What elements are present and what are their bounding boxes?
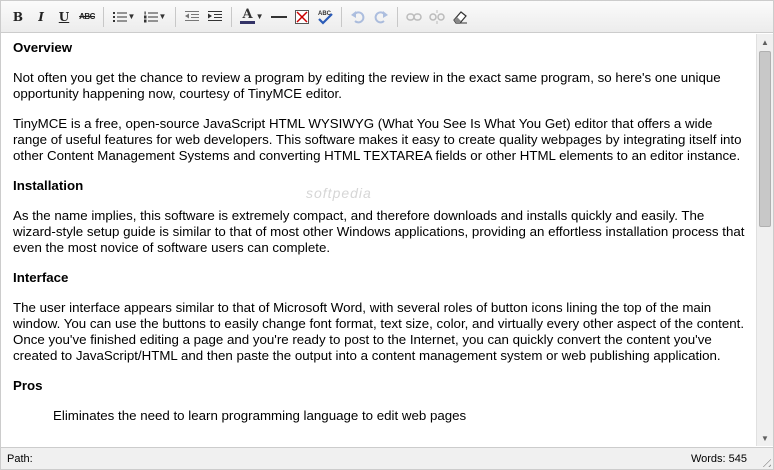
content-paragraph: The user interface appears similar to th…: [13, 300, 745, 363]
numbered-list-button[interactable]: ▼: [141, 7, 169, 27]
status-bar: Path: Words: 545: [1, 447, 773, 469]
list-item: Eliminates the need to learn programming…: [53, 408, 467, 423]
section-heading: Overview: [13, 40, 73, 55]
toolbar-separator: [397, 6, 398, 27]
undo-button[interactable]: [348, 7, 368, 27]
path-label: Path:: [7, 452, 33, 465]
remove-format-icon: [295, 9, 309, 24]
insert-link-button[interactable]: [404, 7, 424, 27]
editor-content-area[interactable]: Overview Not often you get the chance to …: [2, 34, 756, 446]
italic-button[interactable]: I: [31, 7, 51, 27]
content-paragraph: Not often you get the chance to review a…: [13, 70, 721, 101]
section-heading: Pros: [13, 378, 43, 393]
remove-format-button[interactable]: [292, 7, 312, 27]
resize-grip-icon[interactable]: [759, 455, 771, 467]
indent-button[interactable]: [205, 7, 225, 27]
scroll-up-arrow-icon[interactable]: ▲: [757, 34, 773, 50]
section-heading: Interface: [13, 270, 69, 285]
toolbar-separator: [231, 6, 232, 27]
redo-button[interactable]: [371, 7, 391, 27]
outdent-icon: [185, 10, 199, 21]
link-icon: [406, 12, 422, 21]
toolbar-separator: [175, 6, 176, 27]
eraser-icon: [453, 10, 467, 24]
vertical-scrollbar[interactable]: ▲ ▼: [756, 34, 773, 446]
toolbar-separator: [341, 6, 342, 27]
horizontal-rule-button[interactable]: [269, 7, 289, 27]
font-color-icon: A: [240, 7, 255, 24]
scroll-down-arrow-icon[interactable]: ▼: [757, 430, 773, 446]
content-paragraph: TinyMCE is a free, open-source JavaScrip…: [13, 116, 742, 163]
strikethrough-button[interactable]: ABC: [77, 7, 97, 27]
underline-button[interactable]: U: [54, 7, 74, 27]
content-paragraph: As the name implies, this software is ex…: [13, 208, 745, 255]
scrollbar-thumb[interactable]: [759, 51, 771, 227]
bold-button[interactable]: B: [8, 7, 28, 27]
spellcheck-button[interactable]: ABC: [315, 7, 335, 27]
bullet-list-button[interactable]: ▼: [110, 7, 138, 27]
redo-icon: [374, 10, 388, 23]
unlink-button[interactable]: [427, 7, 447, 27]
toolbar: B I U ABC ▼ ▼ A ▼ ABC: [1, 1, 773, 33]
chevron-down-icon: ▼: [127, 12, 136, 21]
bullet-list-icon: [112, 11, 127, 22]
clear-button[interactable]: [450, 7, 470, 27]
rich-text-editor: B I U ABC ▼ ▼ A ▼ ABC Overview Not often…: [0, 0, 774, 470]
chevron-down-icon: ▼: [255, 12, 264, 21]
toolbar-separator: [103, 6, 104, 27]
indent-icon: [208, 10, 222, 21]
font-color-button[interactable]: A ▼: [238, 7, 266, 27]
chevron-down-icon: ▼: [158, 12, 167, 21]
spellcheck-icon: ABC: [318, 11, 333, 25]
section-heading: Installation: [13, 178, 84, 193]
undo-icon: [351, 10, 365, 23]
unlink-icon: [429, 9, 445, 24]
word-count: Words: 545: [690, 452, 747, 465]
numbered-list-icon: [143, 11, 158, 22]
horizontal-rule-icon: [271, 15, 287, 18]
outdent-button[interactable]: [182, 7, 202, 27]
